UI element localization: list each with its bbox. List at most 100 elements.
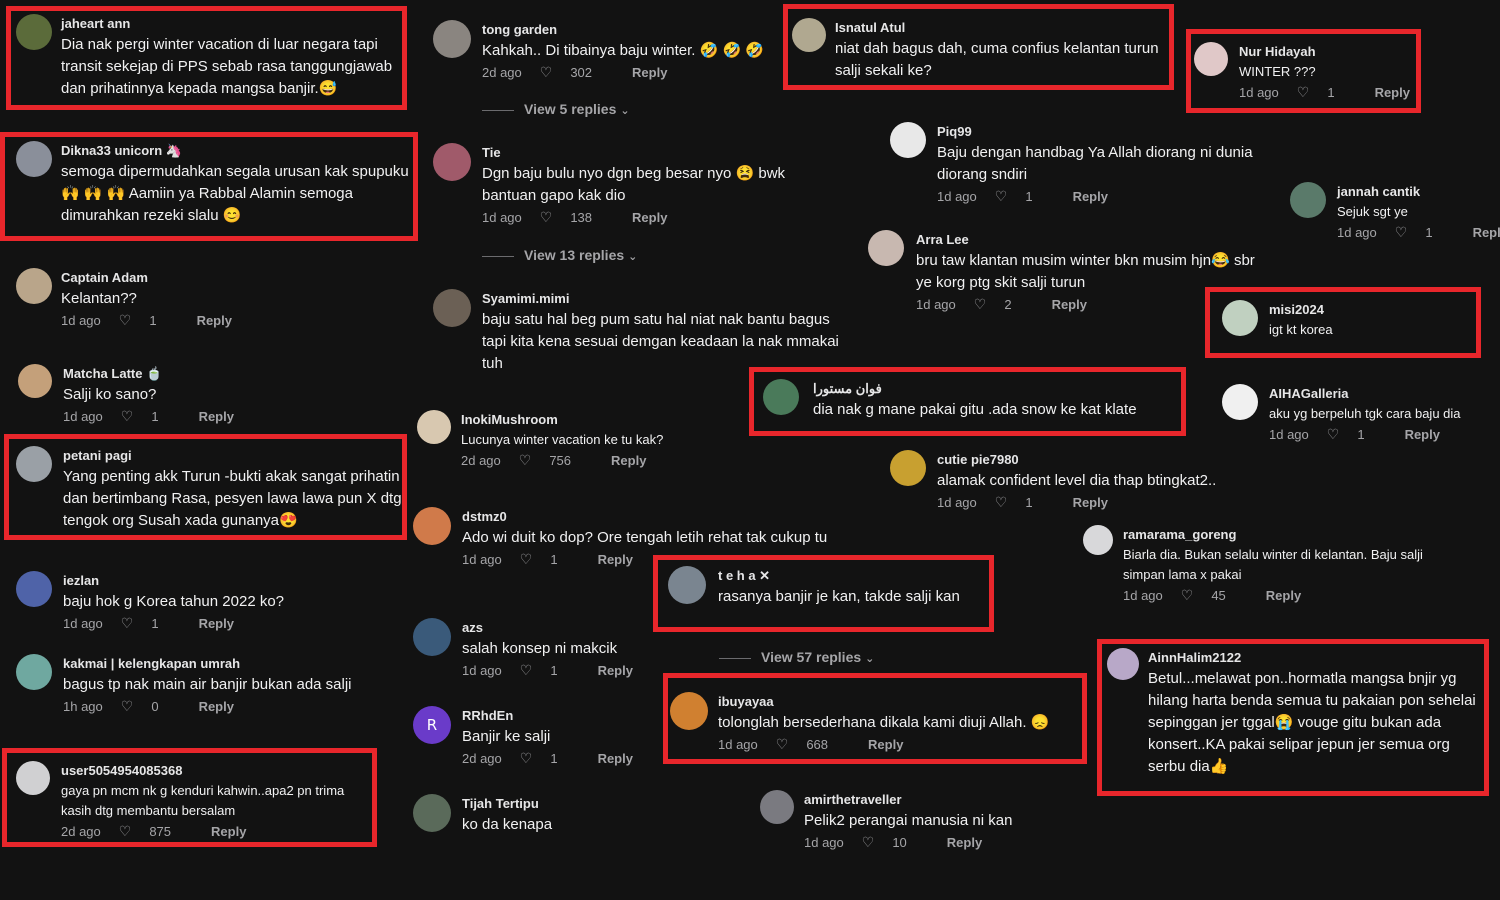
like-button[interactable]: ♡ 10 bbox=[862, 835, 925, 851]
like-button[interactable]: ♡ 875 bbox=[119, 824, 189, 840]
like-button[interactable]: ♡ 1 bbox=[520, 663, 576, 679]
like-button[interactable]: ♡ 45 bbox=[1181, 588, 1244, 604]
avatar[interactable] bbox=[1083, 525, 1113, 555]
username[interactable]: tong garden bbox=[482, 22, 792, 38]
username[interactable]: Piq99 bbox=[937, 124, 1267, 140]
avatar[interactable] bbox=[413, 618, 451, 656]
avatar[interactable] bbox=[433, 143, 471, 181]
avatar[interactable] bbox=[16, 268, 52, 304]
heart-outline-icon[interactable]: ♡ bbox=[540, 65, 553, 81]
like-button[interactable]: ♡ 138 bbox=[540, 210, 610, 226]
username[interactable]: فوان مستورا bbox=[813, 381, 1183, 397]
reply-button[interactable]: Reply bbox=[632, 65, 667, 80]
avatar[interactable] bbox=[792, 18, 826, 52]
avatar[interactable]: R bbox=[413, 706, 451, 744]
chevron-down-icon[interactable]: ⌄ bbox=[628, 250, 637, 263]
username[interactable]: Dikna33 unicorn 🦄 bbox=[61, 143, 411, 159]
heart-outline-icon[interactable]: ♡ bbox=[974, 297, 987, 313]
heart-outline-icon[interactable]: ♡ bbox=[776, 737, 789, 753]
username[interactable]: cutie pie7980 bbox=[937, 452, 1257, 468]
heart-outline-icon[interactable]: ♡ bbox=[1327, 427, 1340, 443]
username[interactable]: kakmai | kelengkapan umrah bbox=[63, 656, 403, 672]
avatar[interactable] bbox=[16, 141, 52, 177]
avatar[interactable] bbox=[433, 289, 471, 327]
like-button[interactable]: ♡ 1 bbox=[121, 409, 177, 425]
reply-button[interactable]: Reply bbox=[598, 751, 633, 766]
view-replies-button[interactable]: View 57 replies ⌄ bbox=[719, 649, 874, 665]
reply-button[interactable]: Reply bbox=[199, 409, 234, 424]
like-button[interactable]: ♡ 1 bbox=[1297, 85, 1353, 101]
username[interactable]: jannah cantik bbox=[1337, 184, 1500, 200]
heart-outline-icon[interactable]: ♡ bbox=[520, 552, 533, 568]
username[interactable]: InokiMushroom bbox=[461, 412, 761, 428]
username[interactable]: Matcha Latte 🍵 bbox=[63, 366, 393, 382]
avatar[interactable] bbox=[16, 761, 50, 795]
avatar[interactable] bbox=[413, 507, 451, 545]
like-button[interactable]: ♡ 1 bbox=[1395, 225, 1451, 241]
heart-outline-icon[interactable]: ♡ bbox=[519, 453, 532, 469]
like-button[interactable]: ♡ 302 bbox=[540, 65, 610, 81]
username[interactable]: dstmz0 bbox=[462, 509, 837, 525]
reply-button[interactable]: Reply bbox=[611, 453, 646, 468]
heart-outline-icon[interactable]: ♡ bbox=[121, 616, 134, 632]
avatar[interactable] bbox=[417, 410, 451, 444]
heart-outline-icon[interactable]: ♡ bbox=[862, 835, 875, 851]
heart-outline-icon[interactable]: ♡ bbox=[540, 210, 553, 226]
username[interactable]: misi2024 bbox=[1269, 302, 1469, 318]
heart-outline-icon[interactable]: ♡ bbox=[520, 663, 533, 679]
reply-button[interactable]: Reply bbox=[199, 616, 234, 631]
reply-button[interactable]: Reply bbox=[211, 824, 246, 839]
reply-button[interactable]: Reply bbox=[1266, 588, 1301, 603]
chevron-down-icon[interactable]: ⌄ bbox=[620, 104, 629, 117]
heart-outline-icon[interactable]: ♡ bbox=[119, 824, 132, 840]
username[interactable]: AIHAGalleria bbox=[1269, 386, 1499, 402]
like-button[interactable]: ♡ 1 bbox=[995, 189, 1051, 205]
username[interactable]: Nur Hidayah bbox=[1239, 44, 1429, 60]
avatar[interactable] bbox=[668, 566, 706, 604]
avatar[interactable] bbox=[16, 654, 52, 690]
like-button[interactable]: ♡ 668 bbox=[776, 737, 846, 753]
avatar[interactable] bbox=[670, 692, 708, 730]
heart-outline-icon[interactable]: ♡ bbox=[121, 409, 134, 425]
username[interactable]: Tie bbox=[482, 145, 812, 161]
avatar[interactable] bbox=[868, 230, 904, 266]
view-replies-button[interactable]: View 13 replies ⌄ bbox=[482, 247, 637, 263]
avatar[interactable] bbox=[413, 794, 451, 832]
like-button[interactable]: ♡ 1 bbox=[995, 495, 1051, 511]
username[interactable]: iezlan bbox=[63, 573, 393, 589]
avatar[interactable] bbox=[760, 790, 794, 824]
username[interactable]: ramarama_goreng bbox=[1123, 527, 1453, 543]
heart-outline-icon[interactable]: ♡ bbox=[119, 313, 132, 329]
avatar[interactable] bbox=[890, 450, 926, 486]
reply-button[interactable]: Reply bbox=[1052, 297, 1087, 312]
avatar[interactable] bbox=[16, 446, 52, 482]
heart-outline-icon[interactable]: ♡ bbox=[1297, 85, 1310, 101]
avatar[interactable] bbox=[18, 364, 52, 398]
username[interactable]: Captain Adam bbox=[61, 270, 401, 286]
like-button[interactable]: ♡ 756 bbox=[519, 453, 589, 469]
username[interactable]: Arra Lee bbox=[916, 232, 1266, 248]
username[interactable]: RRhdEn bbox=[462, 708, 692, 724]
heart-outline-icon[interactable]: ♡ bbox=[1181, 588, 1194, 604]
username[interactable]: Isnatul Atul bbox=[835, 20, 1165, 36]
heart-outline-icon[interactable]: ♡ bbox=[1395, 225, 1408, 241]
username[interactable]: AinnHalim2122 bbox=[1148, 650, 1478, 666]
reply-button[interactable]: Reply bbox=[632, 210, 667, 225]
avatar[interactable] bbox=[1222, 384, 1258, 420]
reply-button[interactable]: Reply bbox=[1375, 85, 1410, 100]
chevron-down-icon[interactable]: ⌄ bbox=[865, 652, 874, 665]
reply-button[interactable]: Reply bbox=[1473, 225, 1500, 240]
avatar[interactable] bbox=[1290, 182, 1326, 218]
reply-button[interactable]: Reply bbox=[1073, 189, 1108, 204]
like-button[interactable]: ♡ 1 bbox=[1327, 427, 1383, 443]
avatar[interactable] bbox=[16, 14, 52, 50]
avatar[interactable] bbox=[16, 571, 52, 607]
view-replies-label[interactable]: View 5 replies bbox=[524, 101, 616, 117]
username[interactable]: Tijah Tertipu bbox=[462, 796, 692, 812]
heart-outline-icon[interactable]: ♡ bbox=[995, 189, 1008, 205]
reply-button[interactable]: Reply bbox=[868, 737, 903, 752]
heart-outline-icon[interactable]: ♡ bbox=[520, 751, 533, 767]
like-button[interactable]: ♡ 1 bbox=[119, 313, 175, 329]
username[interactable]: ibuyayaa bbox=[718, 694, 1078, 710]
reply-button[interactable]: Reply bbox=[199, 699, 234, 714]
